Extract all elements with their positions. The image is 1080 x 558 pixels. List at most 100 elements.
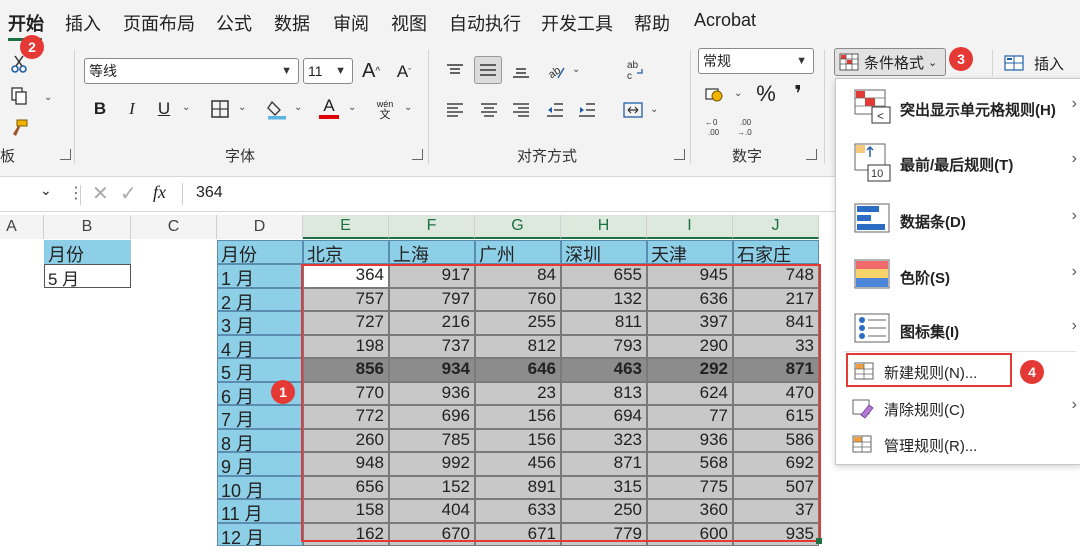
alignment-launcher-icon[interactable] [674,149,685,160]
table-cell[interactable]: 813 [561,381,647,405]
table-cell[interactable]: 198 [303,334,389,358]
table-cell[interactable]: 624 [647,381,733,405]
font-size-select[interactable]: 11 ▼ [303,58,353,84]
table-cell[interactable]: 158 [303,499,389,523]
table-cell[interactable]: 600 [647,522,733,546]
fill-color-icon[interactable] [264,96,290,122]
table-cell[interactable]: 812 [475,334,561,358]
table-cell[interactable]: 797 [389,287,475,311]
decrease-decimal-icon[interactable]: .00 →.0 [734,114,762,140]
table-cell[interactable]: 260 [303,428,389,452]
cf-new-rule[interactable]: 新建规则(N)... [846,353,1012,387]
table-header-month[interactable]: 月份 [217,240,303,265]
table-cell[interactable]: 992 [389,452,475,476]
col-header-f[interactable]: F [389,215,475,239]
table-cell[interactable]: 292 [647,358,733,382]
col-header-d[interactable]: D [217,215,303,239]
accounting-dropdown-icon[interactable]: ⌄ [734,88,742,99]
align-center-icon[interactable] [476,98,502,122]
formula-input[interactable]: 364 [196,184,223,202]
cf-data-bars[interactable]: 数据条(D) › [836,191,1080,245]
table-cell[interactable]: 255 [475,311,561,335]
col-header-i[interactable]: I [647,215,733,239]
underline-button[interactable]: U [152,96,176,122]
table-cell[interactable]: 934 [389,358,475,382]
table-cell[interactable]: 315 [561,475,647,499]
table-row-month[interactable]: 1 月 [217,264,303,289]
month-lookup-header[interactable]: 月份 [44,240,131,265]
table-cell[interactable]: 871 [561,452,647,476]
insert-function-button[interactable]: fx [153,182,166,203]
bold-button[interactable]: B [88,96,112,122]
table-cell[interactable]: 917 [389,264,475,288]
tab-view[interactable]: 视图 [391,10,427,36]
table-cell[interactable]: 841 [733,311,819,335]
table-cell[interactable]: 250 [561,499,647,523]
more-options-icon[interactable]: ⋮ [68,183,84,203]
percent-style-button[interactable]: % [752,80,780,108]
month-lookup-input[interactable]: 5 月 [44,264,131,289]
name-box-dropdown-icon[interactable]: ⌄ [40,182,52,199]
font-color-button[interactable]: A [316,94,342,122]
font-color-dropdown-icon[interactable]: ⌄ [348,102,356,113]
table-cell[interactable]: 132 [561,287,647,311]
tab-review[interactable]: 审阅 [333,10,369,36]
tab-page-layout[interactable]: 页面布局 [123,10,195,36]
table-cell[interactable]: 152 [389,475,475,499]
tab-automate[interactable]: 自动执行 [449,10,521,36]
conditional-format-button[interactable]: 条件格式 ⌄ [834,48,946,76]
tab-data[interactable]: 数据 [274,10,310,36]
merge-dropdown-icon[interactable]: ⌄ [650,104,658,115]
cf-icon-sets[interactable]: 图标集(I) › [836,301,1080,355]
table-cell[interactable]: 77 [647,405,733,429]
table-cell[interactable]: 656 [303,475,389,499]
format-painter-icon[interactable] [4,114,34,142]
increase-indent-icon[interactable] [574,98,600,122]
number-format-select[interactable]: 常规 ▼ [698,48,814,74]
table-cell[interactable]: 748 [733,264,819,288]
table-cell[interactable]: 811 [561,311,647,335]
phonetic-guide-button[interactable]: wén 文 [372,96,398,124]
insert-cells-button[interactable]: 插入 [1004,50,1074,76]
table-row-month[interactable]: 2 月 [217,287,303,313]
table-row-month[interactable]: 4 月 [217,334,303,360]
table-cell[interactable]: 936 [389,381,475,405]
phonetic-dropdown-icon[interactable]: ⌄ [404,102,412,113]
table-cell[interactable]: 397 [647,311,733,335]
table-cell[interactable]: 290 [647,334,733,358]
align-middle-icon[interactable] [474,56,502,84]
table-header-city[interactable]: 深圳 [561,240,647,265]
font-name-select[interactable]: 等线 ▼ [84,58,299,84]
grow-font-button[interactable]: A ^ [358,58,384,84]
table-cell[interactable]: 772 [303,405,389,429]
table-cell[interactable]: 856 [303,358,389,382]
shrink-font-button[interactable]: Aˇ [392,60,416,84]
table-row-month[interactable]: 10 月 [217,475,303,501]
table-cell[interactable]: 615 [733,405,819,429]
cf-top-bottom-rules[interactable]: 10 最前/最后规则(T) › [836,135,1080,189]
table-cell[interactable]: 727 [303,311,389,335]
fill-handle[interactable] [816,538,822,544]
accounting-format-icon[interactable] [702,82,728,108]
tab-insert[interactable]: 插入 [65,10,101,36]
table-header-city[interactable]: 上海 [389,240,475,265]
tab-developer[interactable]: 开发工具 [541,10,613,36]
table-cell[interactable]: 775 [647,475,733,499]
table-cell[interactable]: 156 [475,428,561,452]
table-cell[interactable]: 633 [475,499,561,523]
col-header-j[interactable]: J [733,215,819,239]
cf-color-scales[interactable]: 色阶(S) › [836,247,1080,301]
table-cell[interactable]: 456 [475,452,561,476]
orientation-icon[interactable]: ab [542,58,570,84]
col-header-a[interactable]: A [0,215,44,239]
table-header-city[interactable]: 广州 [475,240,561,265]
table-row-month[interactable]: 3 月 [217,311,303,336]
table-cell[interactable]: 757 [303,287,389,311]
table-cell[interactable]: 646 [475,358,561,382]
enter-check-icon[interactable]: ✓ [120,181,137,206]
wrap-text-icon[interactable]: ab c [622,56,648,84]
table-cell[interactable]: 162 [303,522,389,546]
table-cell[interactable]: 945 [647,264,733,288]
table-cell[interactable]: 507 [733,475,819,499]
table-cell[interactable]: 871 [733,358,819,382]
